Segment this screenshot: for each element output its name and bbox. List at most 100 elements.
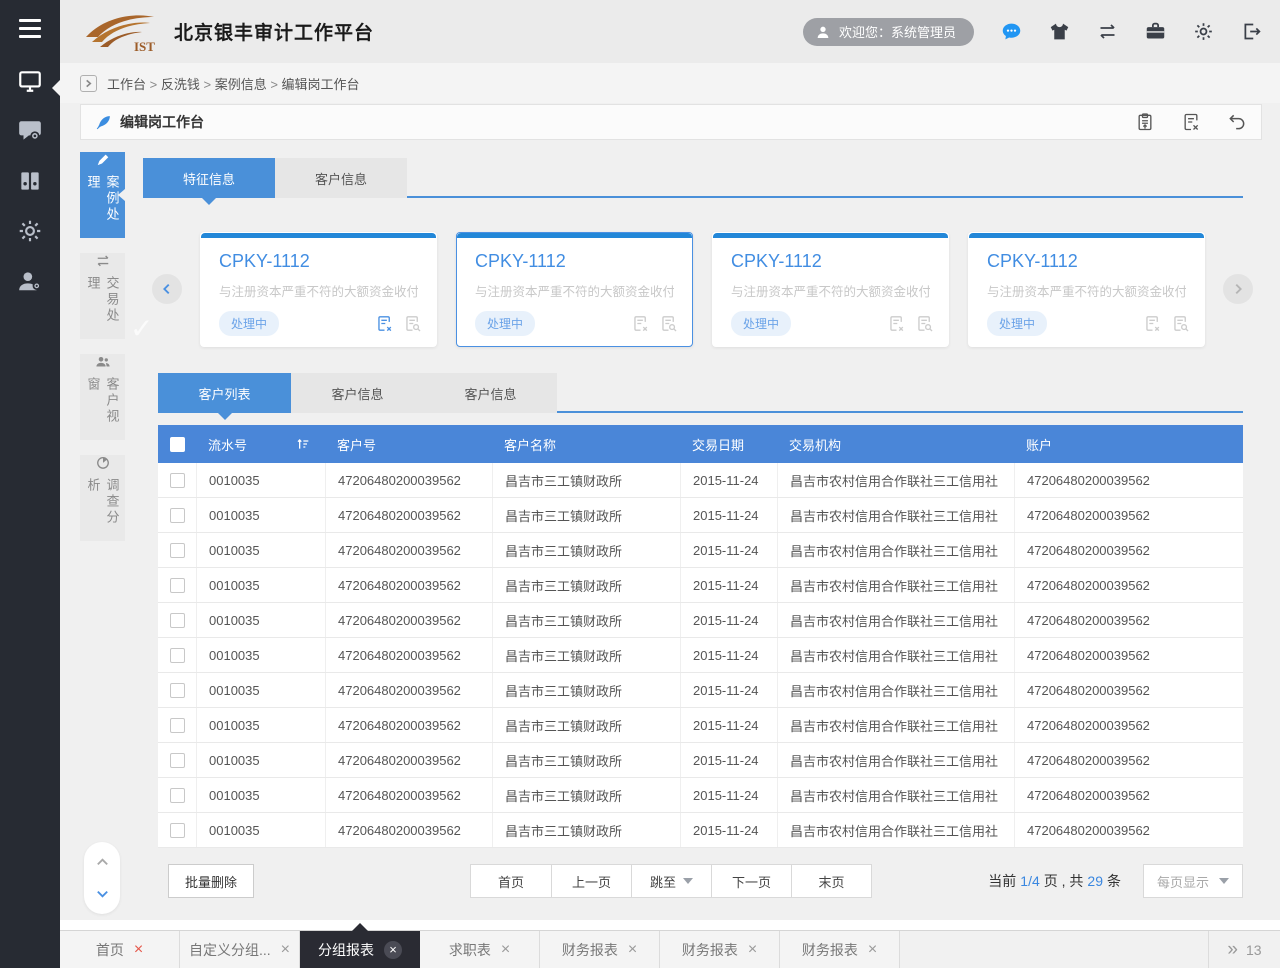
- toolbox-button[interactable]: [1145, 21, 1166, 42]
- bottom-tab[interactable]: 首页 ×: [60, 931, 180, 968]
- row-checkbox[interactable]: [170, 508, 185, 523]
- sidebar-item-messages[interactable]: [0, 106, 60, 156]
- review-doc-icon[interactable]: [659, 314, 678, 333]
- row-checkbox[interactable]: [170, 788, 185, 803]
- user-welcome-pill[interactable]: 欢迎您：系统管理员: [803, 18, 974, 46]
- close-icon[interactable]: ×: [868, 942, 877, 958]
- carousel-next-button[interactable]: [1223, 274, 1253, 304]
- chat-bubble-dots-icon: [1001, 21, 1022, 42]
- menu-toggle-icon[interactable]: [0, 0, 60, 56]
- breadcrumb-toggle-icon[interactable]: [80, 75, 97, 92]
- row-checkbox[interactable]: [170, 543, 185, 558]
- last-page-button[interactable]: 末页: [791, 865, 871, 897]
- sidebar-item-system-config[interactable]: [0, 206, 60, 256]
- batch-delete-button[interactable]: 批量删除: [168, 864, 254, 898]
- side-tab-investigation-analysis[interactable]: 调查分析: [80, 455, 125, 541]
- remove-report-button[interactable]: [1181, 112, 1201, 132]
- sidebar-item-user-admin[interactable]: [0, 256, 60, 306]
- bottom-tab-label: 分组报表: [318, 940, 374, 960]
- breadcrumb-item[interactable]: 工作台: [107, 74, 161, 93]
- sort-icon[interactable]: [295, 436, 311, 452]
- settings-button[interactable]: [1193, 21, 1214, 42]
- close-icon[interactable]: ×: [748, 942, 757, 958]
- undo-button[interactable]: [1227, 112, 1247, 132]
- sidebar-item-archives[interactable]: [0, 156, 60, 206]
- logout-button[interactable]: [1241, 21, 1262, 42]
- switch-system-button[interactable]: [1097, 21, 1118, 42]
- tab-customer-list[interactable]: 客户列表: [158, 373, 291, 413]
- bottom-tab[interactable]: 求职表 ×: [420, 931, 540, 968]
- close-icon[interactable]: ×: [628, 942, 637, 958]
- per-page-select[interactable]: 每页显示: [1143, 864, 1243, 898]
- row-checkbox[interactable]: [170, 578, 185, 593]
- row-checkbox[interactable]: [170, 473, 185, 488]
- bottom-tab[interactable]: 财务报表 ×: [540, 931, 660, 968]
- checkmark-watermark: ✓: [130, 312, 153, 345]
- cell-customer-name: 昌吉市三工镇财政所: [492, 533, 680, 567]
- table-row[interactable]: 0010035 47206480200039562 昌吉市三工镇财政所 2015…: [158, 673, 1243, 708]
- remove-doc-icon[interactable]: [1143, 314, 1162, 333]
- breadcrumb-item[interactable]: 编辑岗工作台: [282, 74, 360, 93]
- prev-page-button[interactable]: 上一页: [551, 865, 631, 897]
- table-row[interactable]: 0010035 47206480200039562 昌吉市三工镇财政所 2015…: [158, 743, 1243, 778]
- feature-tabs: 特征信息 客户信息: [143, 158, 407, 198]
- close-icon[interactable]: ×: [384, 941, 402, 959]
- double-chevron-right-icon[interactable]: »: [1227, 939, 1236, 961]
- row-checkbox[interactable]: [170, 823, 185, 838]
- row-checkbox[interactable]: [170, 753, 185, 768]
- review-doc-icon[interactable]: [403, 314, 422, 333]
- row-checkbox[interactable]: [170, 718, 185, 733]
- close-icon[interactable]: ×: [501, 942, 510, 958]
- import-report-button[interactable]: [1135, 112, 1155, 132]
- select-all-checkbox[interactable]: [170, 437, 185, 452]
- cell-account: 47206480200039562: [1014, 673, 1243, 707]
- jump-to-button[interactable]: 跳至: [631, 865, 711, 897]
- theme-button[interactable]: [1049, 21, 1070, 42]
- next-page-button[interactable]: 下一页: [711, 865, 791, 897]
- row-checkbox[interactable]: [170, 613, 185, 628]
- side-tab-customer-view[interactable]: 客户视窗: [80, 354, 125, 440]
- card-footer: 处理中: [219, 311, 422, 336]
- table-row[interactable]: 0010035 47206480200039562 昌吉市三工镇财政所 2015…: [158, 463, 1243, 498]
- row-checkbox[interactable]: [170, 683, 185, 698]
- side-tab-transaction-processing[interactable]: 交易处理: [80, 253, 125, 339]
- scroll-down-icon[interactable]: [95, 886, 110, 901]
- carousel-prev-button[interactable]: [152, 274, 182, 304]
- breadcrumb-item[interactable]: 案例信息: [215, 74, 282, 93]
- bottom-tab[interactable]: 分组报表 ×: [300, 931, 420, 968]
- scroll-up-icon[interactable]: [95, 855, 110, 870]
- bottom-tab[interactable]: 财务报表 ×: [660, 931, 780, 968]
- tab-feature-info[interactable]: 特征信息: [143, 158, 275, 198]
- table-row[interactable]: 0010035 47206480200039562 昌吉市三工镇财政所 2015…: [158, 603, 1243, 638]
- remove-doc-icon[interactable]: [631, 314, 650, 333]
- first-page-button[interactable]: 首页: [471, 865, 551, 897]
- sidebar-item-workbench[interactable]: [0, 56, 60, 106]
- row-checkbox[interactable]: [170, 648, 185, 663]
- table-row[interactable]: 0010035 47206480200039562 昌吉市三工镇财政所 2015…: [158, 533, 1243, 568]
- bottom-tab[interactable]: 财务报表 ×: [780, 931, 900, 968]
- table-row[interactable]: 0010035 47206480200039562 昌吉市三工镇财政所 2015…: [158, 498, 1243, 533]
- review-doc-icon[interactable]: [1171, 314, 1190, 333]
- remove-doc-icon[interactable]: [375, 314, 394, 333]
- review-doc-icon[interactable]: [915, 314, 934, 333]
- side-tab-case-processing[interactable]: 案例处理: [80, 152, 125, 238]
- tab-customer-info-1[interactable]: 客户信息: [291, 373, 424, 413]
- bottom-tab[interactable]: 自定义分组... ×: [180, 931, 300, 968]
- breadcrumb-item[interactable]: 反洗钱: [161, 74, 215, 93]
- case-card[interactable]: CPKY-1112 与注册资本严重不符的大额资金收付 处理中: [968, 232, 1205, 347]
- case-card[interactable]: CPKY-1112 与注册资本严重不符的大额资金收付 处理中: [200, 232, 437, 347]
- table-row[interactable]: 0010035 47206480200039562 昌吉市三工镇财政所 2015…: [158, 813, 1243, 848]
- close-icon[interactable]: ×: [134, 942, 143, 958]
- case-card[interactable]: CPKY-1112 与注册资本严重不符的大额资金收付 处理中: [712, 232, 949, 347]
- table-row[interactable]: 0010035 47206480200039562 昌吉市三工镇财政所 2015…: [158, 708, 1243, 743]
- table-tabs: 客户列表 客户信息 客户信息: [158, 373, 557, 413]
- close-icon[interactable]: ×: [281, 942, 290, 958]
- table-row[interactable]: 0010035 47206480200039562 昌吉市三工镇财政所 2015…: [158, 778, 1243, 813]
- tab-customer-info-2[interactable]: 客户信息: [424, 373, 557, 413]
- notifications-button[interactable]: [1001, 21, 1022, 42]
- case-card[interactable]: CPKY-1112 与注册资本严重不符的大额资金收付 处理中: [456, 232, 693, 347]
- table-row[interactable]: 0010035 47206480200039562 昌吉市三工镇财政所 2015…: [158, 638, 1243, 673]
- remove-doc-icon[interactable]: [887, 314, 906, 333]
- table-row[interactable]: 0010035 47206480200039562 昌吉市三工镇财政所 2015…: [158, 568, 1243, 603]
- tab-customer-info[interactable]: 客户信息: [275, 158, 407, 198]
